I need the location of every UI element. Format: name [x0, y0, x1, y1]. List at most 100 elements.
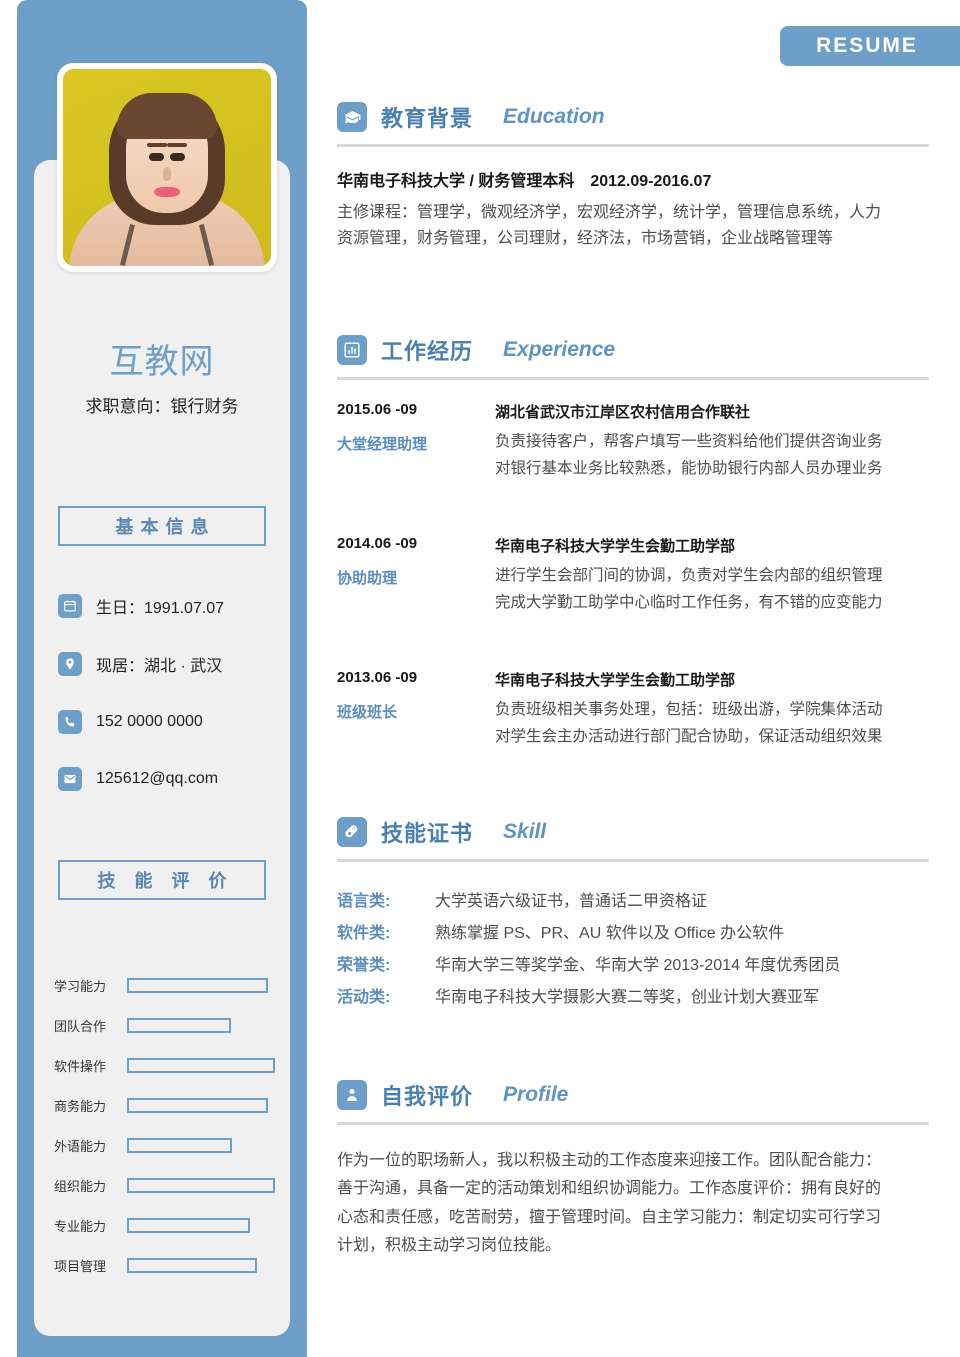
- profile-line-2: 善于沟通，具备一定的活动策划和组织协调能力。工作态度评价：拥有良好的: [337, 1180, 882, 1198]
- skill-rating-label: 团队合作: [54, 1018, 107, 1034]
- education-courses: 主修课程：管理学，微观经济学，宏观经济学，统计学，管理信息系统，人力 资源管理，…: [337, 200, 929, 252]
- calendar-icon: [58, 594, 82, 618]
- experience-organization: 华南电子科技大学学生会勤工助学部: [495, 538, 736, 555]
- experience-date: 2013.06 -09: [337, 669, 418, 686]
- education-courses-line-1: 主修课程：管理学，微观经济学，宏观经济学，统计学，管理信息系统，人力: [337, 204, 882, 221]
- experience-role: 班级班长: [337, 704, 398, 721]
- experience-description: 进行学生会部门间的协调，负责对学生会内部的组织管理 完成大学勤工助学中心临时工作任…: [495, 563, 883, 616]
- section-experience: 工作经历 Experience 2015.06 -09 大堂经理助理 湖北省武汉市江…: [337, 333, 929, 745]
- skill-detail: 华南电子科技大学摄影大赛二等奖，创业计划大赛亚军: [435, 989, 820, 1006]
- skill-detail: 熟练掌握 PS、PR、AU 软件以及 Office 办公软件: [435, 925, 785, 942]
- avatar-eye-left: [149, 153, 164, 161]
- avatar-photo: [63, 69, 271, 266]
- skill-rating-row: 项目管理: [54, 1254, 294, 1276]
- experience-header: 工作经历 Experience: [337, 333, 929, 367]
- profile-divider: [337, 1122, 929, 1125]
- experience-role: 协助助理: [337, 570, 398, 587]
- skill-divider: [337, 859, 929, 862]
- education-school: 华南电子科技大学 / 财务管理本科: [337, 173, 575, 190]
- experience-description: 负责班级相关事务处理，包括：班级出游，学院集体活动 对学生会主办活动进行部门配合协…: [495, 697, 883, 750]
- envelope-icon: [58, 767, 82, 791]
- profile-line-3: 心态和责任感，吃苦耐劳，擅于管理时间。自主学习能力：制定切实可行学习: [337, 1208, 882, 1226]
- skill-rating-label: 外语能力: [54, 1138, 107, 1154]
- profile-title-en: Profile: [503, 1083, 569, 1106]
- experience-title-en: Experience: [503, 338, 616, 361]
- section-skill: 技能证书 Skill 语言类: 大学英语六级证书，普通话二甲资格证软件类: 熟练掌握…: [337, 815, 929, 1006]
- skill-rating-row: 学习能力: [54, 974, 294, 996]
- brand-name: 互教网: [109, 343, 215, 381]
- section-profile: 自我评价 Profile 作为一位的职场新人，我以积极主动的工作态度来迎接工作。…: [337, 1078, 929, 1261]
- avatar-brow-left: [147, 143, 167, 147]
- skill-rating-row: 商务能力: [54, 1094, 294, 1116]
- avatar-brow-right: [167, 143, 187, 147]
- skill-rating-row: 外语能力: [54, 1134, 294, 1156]
- experience-organization: 湖北省武汉市江岸区农村信用合作联社: [495, 404, 751, 421]
- skill-rating-bar: [127, 1217, 250, 1233]
- education-divider: [337, 144, 929, 147]
- mouse-icon: [337, 817, 367, 847]
- avatar-eye-right: [170, 153, 185, 161]
- contact-text: 152 0000 0000: [96, 713, 203, 730]
- contact-row-phone: 152 0000 0000: [58, 707, 288, 737]
- skill-rating-label: 商务能力: [54, 1098, 107, 1114]
- experience-divider: [337, 377, 929, 380]
- profile-header: 自我评价 Profile: [337, 1078, 929, 1112]
- skill-rating-label: 专业能力: [54, 1218, 107, 1234]
- profile-line-4: 计划，积极主动学习岗位技能。: [337, 1237, 562, 1255]
- experience-date: 2014.06 -09: [337, 535, 418, 552]
- skill-title-cn: 技能证书: [381, 821, 474, 846]
- contact-text: 生日：1991.07.07: [96, 600, 225, 617]
- skill-rating-bar: [127, 1137, 232, 1153]
- education-title-en: Education: [503, 105, 605, 128]
- skill-category: 语言类:: [337, 893, 391, 910]
- skill-rating-bar: [127, 1057, 275, 1073]
- skill-category: 荣誉类:: [337, 957, 391, 974]
- education-title-cn: 教育背景: [381, 106, 474, 131]
- skill-item: 软件类: 熟练掌握 PS、PR、AU 软件以及 Office 办公软件: [337, 919, 929, 949]
- experience-description-line-2: 对银行基本业务比较熟悉，能协助银行内部人员办理业务: [495, 459, 883, 477]
- experience-organization: 华南电子科技大学学生会勤工助学部: [495, 672, 736, 689]
- skill-title-en: Skill: [503, 820, 547, 843]
- avatar-nose: [163, 167, 171, 181]
- skill-category: 活动类:: [337, 989, 391, 1006]
- contact-row-envelope: 125612@qq.com: [58, 764, 288, 794]
- experience-description-line-1: 负责班级相关事务处理，包括：班级出游，学院集体活动: [495, 701, 883, 718]
- skill-detail: 大学英语六级证书，普通话二甲资格证: [435, 893, 708, 910]
- job-objective: 求职意向：银行财务: [85, 397, 239, 416]
- education-school-line: 华南电子科技大学 / 财务管理本科 2012.09-2016.07: [337, 167, 929, 191]
- skill-rating-bar: [127, 1097, 268, 1113]
- skill-rating-row: 软件操作: [54, 1054, 294, 1076]
- skill-rating-row: 团队合作: [54, 1014, 294, 1036]
- avatar-frame: [57, 63, 277, 272]
- education-header: 教育背景 Education: [337, 100, 929, 134]
- skill-item: 语言类: 大学英语六级证书，普通话二甲资格证: [337, 887, 929, 917]
- person-badge-icon: [337, 1080, 367, 1110]
- skill-rating-label: 组织能力: [54, 1178, 107, 1194]
- skill-detail: 华南大学三等奖学金、华南大学 2013-2014 年度优秀团员: [435, 957, 841, 974]
- skill-rating-bar: [127, 1257, 257, 1273]
- experience-description-line-1: 进行学生会部门间的协调，负责对学生会内部的组织管理: [495, 567, 883, 584]
- skill-rating-title: 技 能 评 价: [58, 860, 266, 900]
- skill-rating-row: 专业能力: [54, 1214, 294, 1236]
- skill-rating-label: 软件操作: [54, 1058, 107, 1074]
- contact-row-location-pin: 现居：湖北 · 武汉: [58, 649, 288, 679]
- skill-category: 软件类:: [337, 925, 391, 942]
- graduation-cap-icon: [337, 102, 367, 132]
- experience-description: 负责接待客户，帮客户填写一些资料给他们提供咨询业务 对银行基本业务比较熟悉，能协助…: [495, 429, 883, 482]
- profile-title-cn: 自我评价: [381, 1084, 474, 1109]
- experience-role: 大堂经理助理: [337, 436, 428, 453]
- skill-rating-row: 组织能力: [54, 1174, 294, 1196]
- profile-line-1: 作为一位的职场新人，我以积极主动的工作态度来迎接工作。团队配合能力：: [337, 1152, 882, 1169]
- basic-info-title: 基本信息: [58, 506, 266, 546]
- experience-description-line-2: 对学生会主办活动进行部门配合协助，保证活动组织效果: [495, 727, 883, 745]
- education-courses-line-2: 资源管理，财务管理，公司理财，经济法，市场营销，企业战略管理等: [337, 229, 834, 247]
- bar-chart-icon: [337, 335, 367, 365]
- avatar-lips: [154, 187, 180, 197]
- phone-icon: [58, 710, 82, 734]
- skill-item: 荣誉类: 华南大学三等奖学金、华南大学 2013-2014 年度优秀团员: [337, 951, 929, 981]
- skill-rating-label: 学习能力: [54, 978, 107, 994]
- education-period: 2012.09-2016.07: [590, 173, 712, 190]
- experience-description-line-1: 负责接待客户，帮客户填写一些资料给他们提供咨询业务: [495, 433, 883, 450]
- skill-rating-label: 项目管理: [54, 1258, 107, 1274]
- experience-date: 2015.06 -09: [337, 401, 418, 418]
